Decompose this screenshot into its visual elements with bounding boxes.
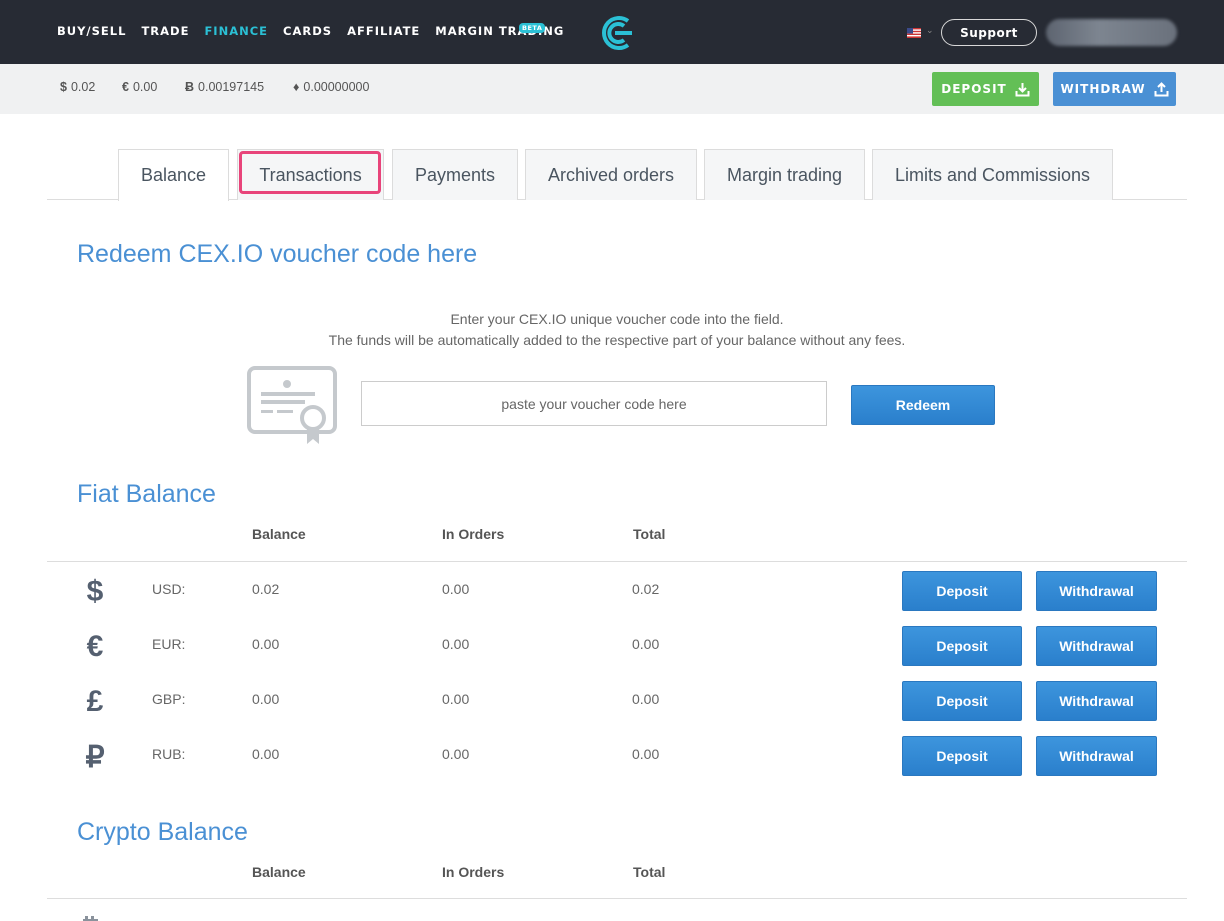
nav-links: BUY/SELL TRADE FINANCE CARDS AFFILIATE M… <box>57 24 579 38</box>
rub-withdrawal-button[interactable]: Withdrawal <box>1036 736 1157 776</box>
balance-value: 0.00 <box>252 746 280 762</box>
usd-deposit-button[interactable]: Deposit <box>902 571 1022 611</box>
fiat-row-gbp: £ GBP: 0.00 0.00 0.00 Deposit Withdrawal <box>47 681 1187 736</box>
cex-logo-icon[interactable] <box>598 15 636 51</box>
currency-label: GBP: <box>152 691 186 707</box>
tab-margin-trading[interactable]: Margin trading <box>704 149 865 200</box>
chevron-down-icon[interactable]: ⌄ <box>926 25 934 36</box>
in-orders-value: 0.00 <box>442 746 470 762</box>
balance-value: 0.02 <box>252 581 280 597</box>
crypto-balance-heading: Crypto Balance <box>77 818 248 846</box>
total-value: 0.02 <box>632 581 660 597</box>
crypto-col-balance: Balance <box>252 864 306 880</box>
fiat-row-usd: $ USD: 0.02 0.00 0.02 Deposit Withdrawal <box>47 571 1187 626</box>
crypto-table-divider <box>47 898 1187 899</box>
rub-deposit-button[interactable]: Deposit <box>902 736 1022 776</box>
pound-icon: £ <box>86 685 104 718</box>
in-orders-value: 0.00 <box>442 636 470 652</box>
eth-balance: ♦ 0.00000000 <box>293 80 370 94</box>
bitcoin-icon <box>83 916 98 921</box>
nav-affiliate[interactable]: AFFILIATE <box>347 24 420 38</box>
withdraw-button[interactable]: WITHDRAW <box>1053 72 1176 106</box>
certificate-icon <box>247 366 337 444</box>
eur-deposit-button[interactable]: Deposit <box>902 626 1022 666</box>
in-orders-value: 0.00 <box>442 691 470 707</box>
gbp-deposit-button[interactable]: Deposit <box>902 681 1022 721</box>
deposit-button[interactable]: DEPOSIT <box>932 72 1039 106</box>
tab-archived-orders[interactable]: Archived orders <box>525 149 697 200</box>
deposit-label: DEPOSIT <box>941 82 1007 96</box>
redeem-button[interactable]: Redeem <box>851 385 995 425</box>
fiat-row-eur: € EUR: 0.00 0.00 0.00 Deposit Withdrawal <box>47 626 1187 681</box>
tab-balance[interactable]: Balance <box>118 149 229 201</box>
voucher-line-2: The funds will be automatically added to… <box>328 332 906 348</box>
nav-buy-sell[interactable]: BUY/SELL <box>57 24 126 38</box>
crypto-col-total: Total <box>633 864 666 880</box>
fiat-col-total: Total <box>633 526 666 542</box>
nav-trade[interactable]: TRADE <box>141 24 189 38</box>
balance-value: 0.00 <box>252 691 280 707</box>
ruble-icon: ₽ <box>85 741 105 774</box>
total-value: 0.00 <box>632 636 660 652</box>
total-value: 0.00 <box>632 691 660 707</box>
tab-payments[interactable]: Payments <box>392 149 518 200</box>
fiat-row-rub: ₽ RUB: 0.00 0.00 0.00 Deposit Withdrawal <box>47 736 1187 791</box>
fiat-col-balance: Balance <box>252 526 306 542</box>
transactions-tab-highlight <box>239 151 381 194</box>
beta-badge: BETA <box>519 23 546 33</box>
tab-limits-and-commissions[interactable]: Limits and Commissions <box>872 149 1113 200</box>
voucher-line-1: Enter your CEX.IO unique voucher code in… <box>450 311 784 327</box>
withdraw-label: WITHDRAW <box>1060 82 1146 96</box>
fiat-balance-heading: Fiat Balance <box>77 480 216 508</box>
fiat-table-divider <box>47 561 1187 562</box>
fiat-col-in-orders: In Orders <box>442 526 505 542</box>
voucher-code-input[interactable] <box>361 381 827 426</box>
nav-finance[interactable]: FINANCE <box>204 24 268 38</box>
voucher-heading: Redeem CEX.IO voucher code here <box>77 240 478 268</box>
support-button[interactable]: Support <box>941 19 1037 46</box>
usd-withdrawal-button[interactable]: Withdrawal <box>1036 571 1157 611</box>
eur-balance: €0.00 <box>122 80 158 94</box>
usd-balance: $0.02 <box>60 80 96 94</box>
nav-cards[interactable]: CARDS <box>283 24 332 38</box>
balance-strip: $0.02 €0.00 Ƀ 0.00197145 ♦ 0.00000000 DEPO… <box>0 64 1224 114</box>
currency-label: RUB: <box>152 746 186 762</box>
balance-value: 0.00 <box>252 636 280 652</box>
currency-label: USD: <box>152 581 186 597</box>
euro-icon: € <box>86 630 104 663</box>
user-account-menu[interactable] <box>1046 19 1177 46</box>
gbp-withdrawal-button[interactable]: Withdrawal <box>1036 681 1157 721</box>
in-orders-value: 0.00 <box>442 581 470 597</box>
currency-label: EUR: <box>152 636 186 652</box>
voucher-instructions: Enter your CEX.IO unique voucher code in… <box>0 309 1224 351</box>
btc-balance: Ƀ 0.00197145 <box>185 80 265 94</box>
top-nav: BUY/SELL TRADE FINANCE CARDS AFFILIATE M… <box>0 0 1224 64</box>
crypto-col-in-orders: In Orders <box>442 864 505 880</box>
eur-withdrawal-button[interactable]: Withdrawal <box>1036 626 1157 666</box>
download-icon <box>1015 82 1030 96</box>
upload-icon <box>1154 81 1169 96</box>
total-value: 0.00 <box>632 746 660 762</box>
us-flag-icon[interactable] <box>907 28 921 38</box>
dollar-icon: $ <box>86 575 104 608</box>
